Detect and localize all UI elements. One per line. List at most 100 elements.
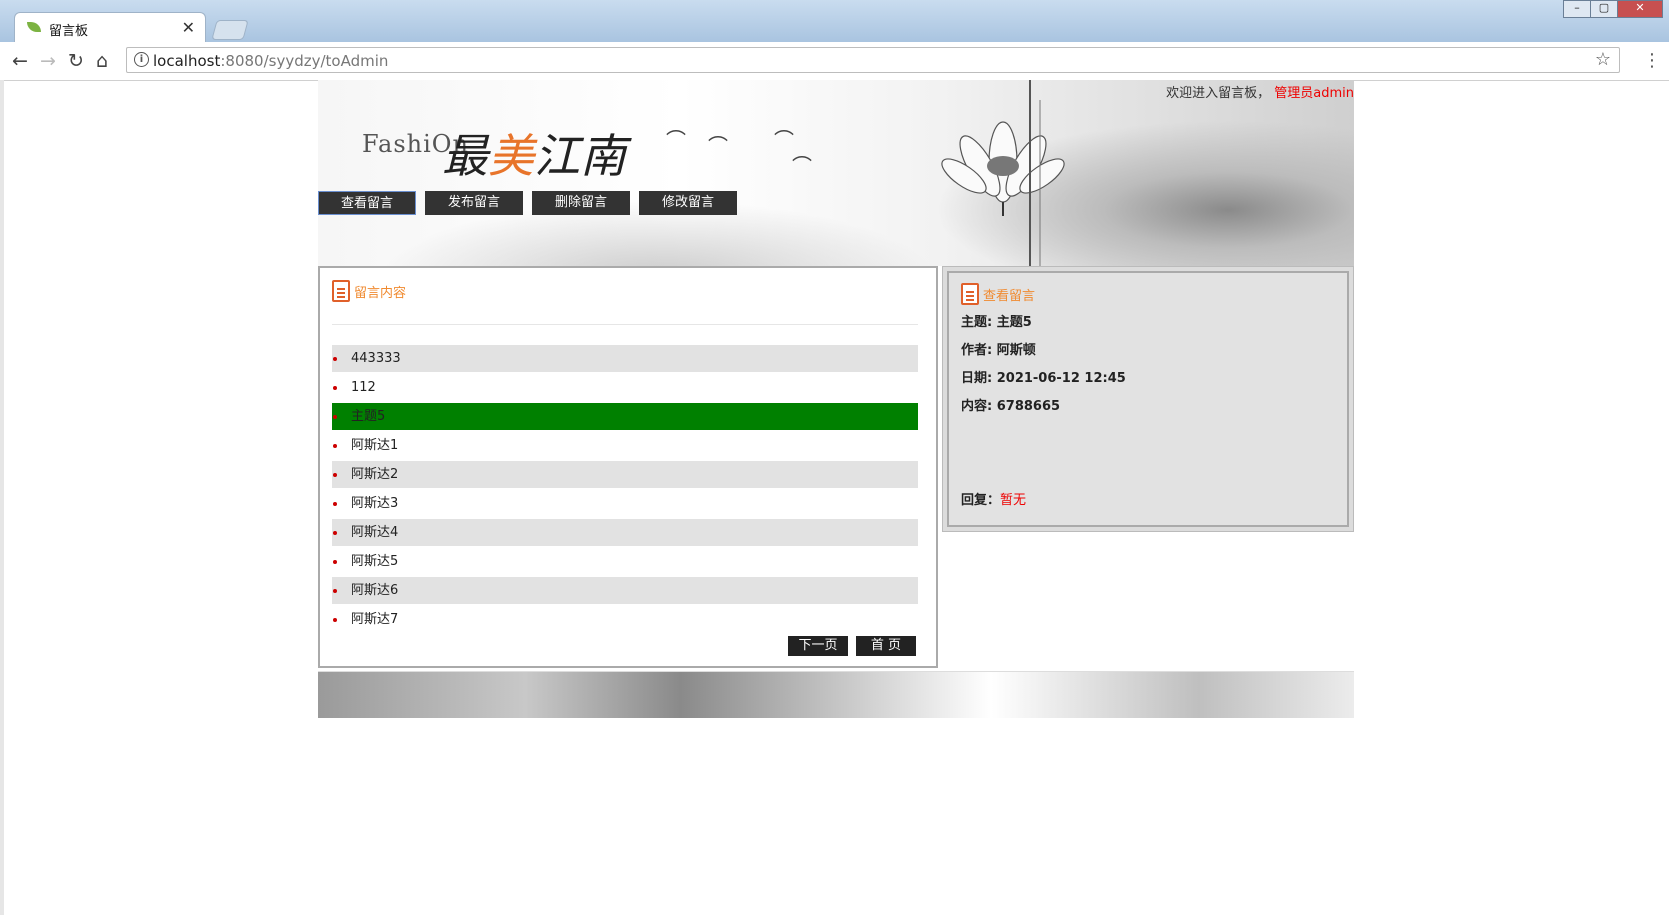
browser-toolbar: ← → ↻ ⌂ i localhost:8080/syydzy/toAdmin …: [0, 42, 1669, 81]
reply-label: 回复：: [961, 493, 1001, 508]
list-item[interactable]: 阿斯达1: [332, 432, 918, 459]
boat-mast-decoration: [1029, 80, 1041, 266]
window-controls: – ▢ ✕: [1563, 0, 1663, 18]
logo-chinese: 最美江南: [442, 120, 626, 186]
list-item[interactable]: 443333: [332, 345, 918, 372]
list-item-label: 112: [351, 380, 376, 395]
address-bar[interactable]: i localhost:8080/syydzy/toAdmin ☆: [126, 47, 1620, 73]
date-label: 日期:: [961, 371, 993, 386]
home-icon[interactable]: ⌂: [96, 50, 108, 72]
bullet-icon: [333, 415, 337, 419]
list-item-label: 阿斯达7: [351, 612, 399, 627]
main-nav: 查看留言 发布留言 删除留言 修改留言: [318, 191, 746, 215]
info-icon[interactable]: i: [134, 52, 149, 67]
subject-field: 主题: 主题5: [961, 311, 1032, 330]
divider: [332, 324, 918, 325]
browser-titlebar: 留言板 ✕ – ▢ ✕: [0, 0, 1669, 42]
bird-icon: ⌒: [792, 154, 812, 178]
bullet-icon: [333, 560, 337, 564]
next-page-button[interactable]: 下一页: [788, 636, 848, 656]
subject-label: 主题:: [961, 315, 993, 330]
list-item-label: 443333: [351, 351, 401, 366]
forward-arrow-icon[interactable]: →: [40, 50, 56, 72]
admin-user-link[interactable]: 管理员admin: [1274, 86, 1354, 101]
list-item[interactable]: 阿斯达3: [332, 490, 918, 517]
back-arrow-icon[interactable]: ←: [12, 50, 28, 72]
subject-value: 主题5: [996, 315, 1032, 330]
list-item[interactable]: 阿斯达4: [332, 519, 918, 546]
pagination: 下一页 首 页: [780, 636, 916, 656]
content-value: 6788665: [996, 399, 1061, 414]
logo-char: 江南: [534, 129, 626, 183]
list-item-label: 阿斯达5: [351, 554, 399, 569]
bird-icon: ⌒: [774, 128, 794, 152]
document-icon: [961, 283, 979, 305]
message-list-panel: 留言内容 443333 112 主题5 阿斯达1 阿斯达2 阿斯达3 阿斯达4 阿斯达5 阿斯达…: [318, 266, 938, 668]
page-footer: [318, 671, 1354, 718]
bullet-icon: [333, 473, 337, 477]
date-field: 日期: 2021-06-12 12:45: [961, 367, 1126, 386]
list-item-label: 主题5: [351, 409, 386, 424]
url-path: :8080/syydzy/toAdmin: [220, 52, 389, 70]
list-item-label: 阿斯达1: [351, 438, 399, 453]
reply-value: 暂无: [1000, 493, 1027, 508]
list-item[interactable]: 主题5: [332, 403, 918, 430]
bullet-icon: [333, 589, 337, 593]
bullet-icon: [333, 444, 337, 448]
reply-field: 回复：暂无: [961, 489, 1026, 508]
logo-char: 美: [488, 129, 534, 183]
bookmark-star-icon[interactable]: ☆: [1595, 49, 1611, 70]
list-item[interactable]: 阿斯达2: [332, 461, 918, 488]
site-logo: FashiOn 最美江南: [362, 129, 626, 183]
menu-dots-icon[interactable]: ⋮: [1643, 50, 1661, 71]
left-edge: [0, 80, 4, 915]
panel-title: 查看留言: [983, 288, 1036, 304]
list-item-label: 阿斯达6: [351, 583, 399, 598]
list-item[interactable]: 阿斯达5: [332, 548, 918, 575]
bullet-icon: [333, 502, 337, 506]
logo-char: 最: [442, 129, 488, 183]
author-field: 作者: 阿斯顿: [961, 339, 1036, 358]
page-header: 欢迎进入留言板， 管理员admin FashiOn 最美江南 ⌒ ⌒ ⌒ ⌒ 查…: [318, 80, 1354, 266]
message-list: 443333 112 主题5 阿斯达1 阿斯达2 阿斯达3 阿斯达4 阿斯达5 阿斯达6 阿斯达7: [332, 345, 918, 635]
first-page-button[interactable]: 首 页: [856, 636, 916, 656]
welcome-text: 欢迎进入留言板，: [1166, 86, 1271, 101]
close-tab-icon[interactable]: ✕: [182, 18, 195, 37]
list-item[interactable]: 阿斯达7: [332, 606, 918, 633]
guestbook-page: 欢迎进入留言板， 管理员admin FashiOn 最美江南 ⌒ ⌒ ⌒ ⌒ 查…: [318, 80, 1354, 718]
list-item[interactable]: 112: [332, 374, 918, 401]
tab-title: 留言板: [49, 24, 89, 39]
bullet-icon: [333, 357, 337, 361]
url-text: localhost:8080/syydzy/toAdmin: [153, 52, 388, 70]
list-item[interactable]: 阿斯达6: [332, 577, 918, 604]
window-close-icon[interactable]: ✕: [1617, 0, 1663, 18]
message-detail-inner: 查看留言 主题: 主题5 作者: 阿斯顿 日期: 2021-06-12 12:4…: [947, 271, 1349, 527]
welcome-message: 欢迎进入留言板， 管理员admin: [1166, 82, 1354, 101]
date-value: 2021-06-12 12:45: [996, 371, 1126, 386]
bird-icon: ⌒: [708, 134, 728, 158]
reload-icon[interactable]: ↻: [68, 50, 84, 72]
browser-tab[interactable]: 留言板 ✕: [14, 12, 206, 42]
nav-delete-message-button[interactable]: 删除留言: [532, 191, 630, 215]
content-label: 内容:: [961, 399, 993, 414]
content-field: 内容: 6788665: [961, 395, 1060, 414]
minimize-icon[interactable]: –: [1563, 0, 1591, 18]
document-icon: [332, 280, 350, 302]
bullet-icon: [333, 531, 337, 535]
maximize-icon[interactable]: ▢: [1590, 0, 1618, 18]
main-content: 留言内容 443333 112 主题5 阿斯达1 阿斯达2 阿斯达3 阿斯达4 阿斯达5 阿斯达…: [318, 266, 1354, 668]
message-detail-panel: 查看留言 主题: 主题5 作者: 阿斯顿 日期: 2021-06-12 12:4…: [942, 266, 1354, 532]
new-tab-button[interactable]: [211, 20, 249, 40]
list-item-label: 阿斯达3: [351, 496, 399, 511]
url-host: localhost: [153, 52, 221, 70]
nav-modify-message-button[interactable]: 修改留言: [639, 191, 737, 215]
author-value: 阿斯顿: [996, 343, 1036, 358]
panel-header: 留言内容: [332, 280, 406, 302]
bullet-icon: [333, 386, 337, 390]
bullet-icon: [333, 618, 337, 622]
panel-header: 查看留言: [961, 283, 1035, 305]
nav-publish-message-button[interactable]: 发布留言: [425, 191, 523, 215]
list-item-label: 阿斯达4: [351, 525, 399, 540]
nav-view-messages-button[interactable]: 查看留言: [318, 191, 416, 215]
leaf-favicon-icon: [27, 22, 41, 32]
